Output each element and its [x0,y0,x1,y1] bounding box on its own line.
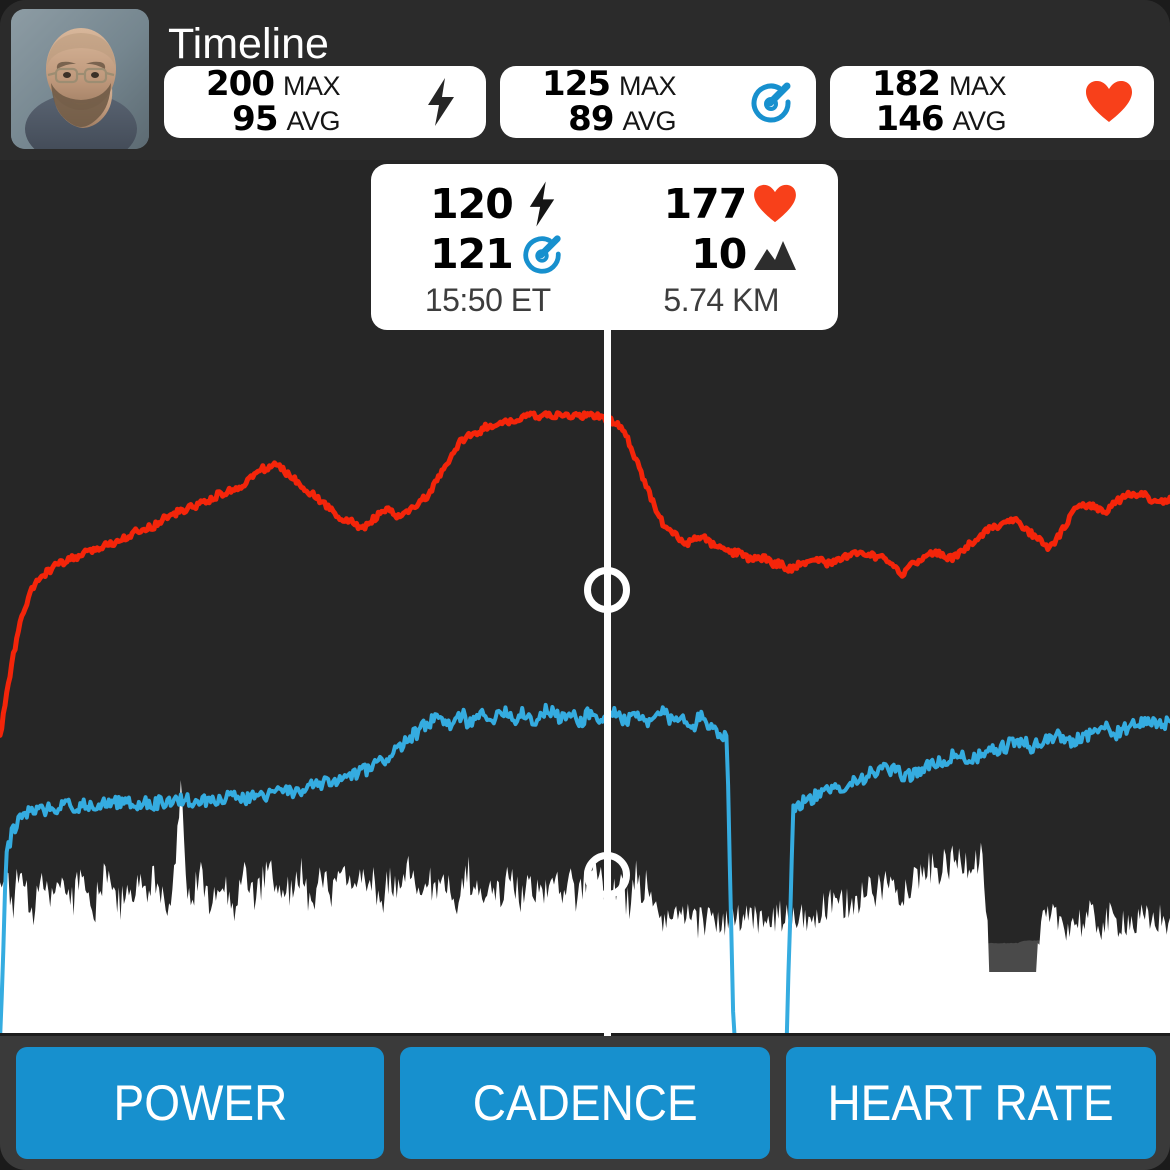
tooltip-elevation-row: 10 [605,229,839,279]
summary-avg-row: 146 AVG [875,99,1007,139]
power-area [0,780,1170,1033]
summary-avg-value: 146 [875,99,945,139]
summary-avg-label: AVG [622,106,676,136]
tab-cadence-label: CADENCE [472,1075,698,1131]
header-bar: Timeline 200 MAX 95 AVG 125 MAX 89 AVG 1… [0,0,1170,160]
cadence-gauge-icon [513,232,571,276]
heart-rate-line [0,410,1170,738]
summary-values-power: 200 MAX 95 AVG [178,63,341,139]
tooltip-heart-rate-value: 177 [663,180,748,228]
tooltip-left-column: 120 121 15:50 ET [371,164,605,330]
user-avatar[interactable] [11,9,149,149]
summary-card-heart-rate[interactable]: 182 MAX 146 AVG [830,66,1154,138]
cadence-gauge-icon [744,79,798,125]
lightning-bolt-icon [414,78,468,126]
summary-max-value: 125 [542,63,611,104]
tooltip-cadence-value: 121 [430,230,514,278]
cursor-tooltip: 120 121 15:50 ET 177 10 5.74 KM [371,164,838,330]
tooltip-power-row: 120 [371,179,605,229]
tab-power[interactable]: POWER [16,1047,384,1159]
lightning-bolt-icon [513,181,571,227]
tab-heart-rate-label: HEART RATE [827,1075,1115,1131]
summary-max-row: 200 MAX [206,63,341,104]
tooltip-power-value: 120 [430,180,514,228]
timeline-screen: Timeline 200 MAX 95 AVG 125 MAX 89 AVG 1… [0,0,1170,1170]
heart-icon [746,184,804,224]
mountain-icon [746,236,804,272]
tooltip-distance: 5.74 KM [663,282,780,318]
tab-cadence[interactable]: CADENCE [400,1047,770,1159]
summary-avg-label: AVG [286,106,340,136]
tooltip-cadence-row: 121 [371,229,605,279]
summary-max-label: MAX [282,70,341,101]
tooltip-elapsed-time: 15:50 ET [424,282,551,318]
summary-avg-label: AVG [952,106,1006,136]
summary-card-power[interactable]: 200 MAX 95 AVG [164,66,486,138]
summary-max-value: 200 [206,63,275,104]
heart-icon [1082,80,1136,124]
summary-avg-value: 95 [232,99,278,139]
avatar-photo [11,9,149,149]
summary-avg-row: 95 AVG [232,99,340,139]
tooltip-heart-rate-row: 177 [605,179,839,229]
summary-max-label: MAX [948,70,1007,101]
summary-max-row: 125 MAX [542,63,677,104]
tooltip-right-column: 177 10 5.74 KM [605,164,839,330]
tab-heart-rate[interactable]: HEART RATE [786,1047,1156,1159]
tooltip-elevation-value: 10 [691,230,747,278]
page-title: Timeline [168,20,329,68]
summary-values-heart-rate: 182 MAX 146 AVG [844,63,1007,139]
summary-values-cadence: 125 MAX 89 AVG [514,63,677,139]
summary-avg-value: 89 [568,99,614,139]
summary-card-cadence[interactable]: 125 MAX 89 AVG [500,66,816,138]
summary-max-label: MAX [618,70,677,101]
summary-max-row: 182 MAX [872,63,1007,104]
tab-power-label: POWER [113,1075,287,1131]
summary-max-value: 182 [872,63,941,104]
summary-avg-row: 89 AVG [568,99,676,139]
cursor-vertical-line [604,330,611,1036]
metric-toggle-bar: POWER CADENCE HEART RATE [0,1036,1170,1170]
